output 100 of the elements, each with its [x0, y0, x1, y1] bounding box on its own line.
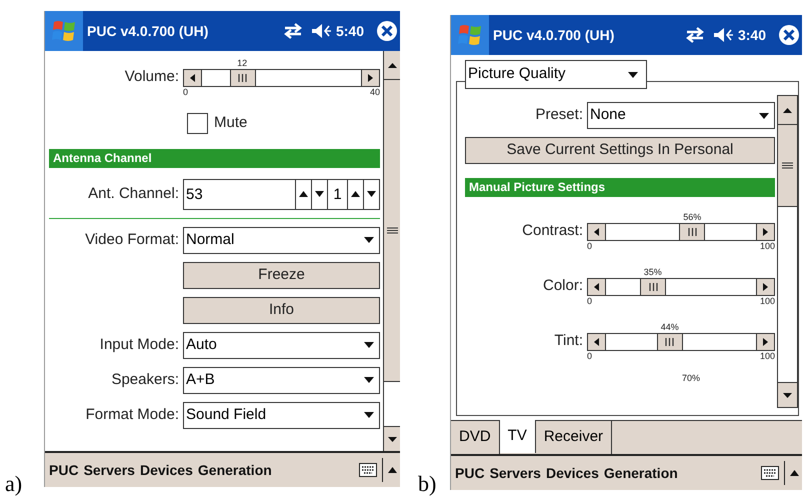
slider-left-button[interactable] [184, 70, 202, 86]
field-label: Preset: [534, 105, 584, 126]
dropdown-value: Normal [185, 230, 236, 250]
dropdown-arrow-icon [364, 237, 374, 243]
scroll-thumb[interactable] [778, 125, 797, 208]
keyboard-icon[interactable] [761, 466, 779, 480]
slider-value: 44% [660, 321, 679, 333]
spinner-value: 1 [327, 180, 347, 208]
scroll-down-button[interactable] [778, 382, 797, 407]
slider-track[interactable] [587, 278, 775, 296]
left-arrow-icon [594, 338, 599, 346]
push-button[interactable]: Freeze [183, 262, 380, 288]
slider-value: 12 [237, 57, 248, 69]
keyboard-icon[interactable] [359, 463, 377, 477]
slider-min-label: 0 [587, 296, 592, 307]
menu-item[interactable]: Generation [198, 460, 272, 480]
dropdown[interactable]: Auto [183, 332, 380, 358]
spin-up-button[interactable] [347, 180, 363, 208]
field-label: Volume: [124, 67, 180, 88]
up-arrow-icon [351, 191, 360, 197]
tab[interactable]: TV [500, 420, 536, 453]
up-arrow-icon[interactable] [790, 470, 799, 476]
dropdown-arrow-icon [364, 412, 374, 418]
slider-right-button[interactable] [756, 279, 774, 295]
dropdown-value: Picture Quality [467, 64, 567, 84]
dropdown[interactable]: Normal [183, 226, 380, 254]
checkbox[interactable] [187, 112, 208, 134]
spin-down-button[interactable] [311, 180, 327, 208]
slider-thumb[interactable] [640, 279, 666, 295]
down-arrow-icon [388, 436, 396, 442]
start-button[interactable] [45, 11, 83, 51]
connection-arrows-icon[interactable] [684, 27, 705, 43]
menu-item[interactable]: PUC [455, 462, 485, 484]
scroll-down-button[interactable] [384, 426, 400, 451]
grip-icon [648, 283, 658, 291]
grip-icon [238, 74, 247, 82]
close-icon[interactable] [376, 20, 398, 42]
scroll-up-button[interactable] [384, 51, 400, 80]
group-dropdown[interactable]: Picture Quality [465, 60, 647, 89]
checkbox-label[interactable]: Mute [214, 112, 248, 134]
dropdown[interactable]: A+B [183, 366, 380, 394]
menu-item[interactable]: Generation [604, 462, 678, 484]
slider-max-label: 100 [760, 351, 775, 362]
right-arrow-icon [763, 338, 768, 346]
field-label: Speakers: [110, 370, 180, 390]
menu-item[interactable]: Servers [490, 462, 541, 484]
slider-right-button[interactable] [361, 70, 379, 86]
slider-min-label: 0 [183, 87, 188, 98]
slider-right-button[interactable] [756, 334, 774, 350]
spinner-field[interactable]: 53 1 [183, 178, 380, 210]
push-button[interactable]: Save Current Settings In Personal [465, 137, 775, 164]
field-label: Contrast: [521, 221, 584, 242]
slider-left-button[interactable] [588, 334, 606, 350]
clock-time[interactable]: 3:40 [738, 24, 766, 46]
right-arrow-icon [763, 228, 768, 236]
slider-left-button[interactable] [588, 279, 606, 295]
left-arrow-icon [190, 74, 195, 82]
left-arrow-icon [594, 228, 599, 236]
start-button[interactable] [451, 15, 489, 55]
slider-thumb[interactable] [679, 224, 706, 240]
windows-flag-icon [457, 23, 483, 47]
field-label: Ant. Channel: [87, 184, 180, 204]
field-label: Video Format: [84, 230, 180, 250]
up-arrow-icon [388, 62, 396, 68]
scroll-thumb[interactable] [384, 80, 400, 382]
scroll-up-button[interactable] [778, 96, 797, 125]
menu-item[interactable]: PUC [49, 460, 79, 480]
slider-track[interactable] [587, 223, 775, 241]
dropdown[interactable]: Sound Field [183, 402, 380, 428]
menu-item[interactable]: Devices [140, 460, 193, 480]
dropdown-arrow-icon [364, 377, 374, 383]
clock-time[interactable]: 5:40 [336, 20, 364, 42]
push-button[interactable]: Info [183, 296, 380, 324]
close-icon[interactable] [778, 24, 800, 46]
window-title: PUC v4.0.700 (UH) [87, 22, 208, 41]
menu-item[interactable]: Servers [84, 460, 135, 480]
up-arrow-icon[interactable] [388, 467, 397, 473]
vertical-scrollbar[interactable] [777, 95, 798, 408]
slider-left-button[interactable] [588, 224, 606, 240]
speaker-icon[interactable] [712, 27, 735, 43]
slider-track[interactable] [183, 69, 380, 87]
slider-thumb[interactable] [230, 70, 256, 86]
spin-down-button[interactable] [363, 180, 379, 208]
slider-right-button[interactable] [756, 224, 774, 240]
spin-up-button[interactable] [295, 180, 311, 208]
right-arrow-icon [368, 74, 373, 82]
slider-track[interactable] [587, 333, 775, 351]
section-header: Antenna Channel [49, 148, 380, 168]
dropdown-value: Sound Field [185, 404, 268, 425]
section-header: Manual Picture Settings [465, 178, 775, 197]
dropdown[interactable]: None [587, 102, 775, 129]
vertical-scrollbar[interactable] [383, 51, 400, 451]
connection-arrows-icon[interactable] [282, 23, 303, 39]
dropdown-value: A+B [185, 370, 216, 390]
slider-thumb[interactable] [656, 334, 683, 350]
menu-item[interactable]: Devices [546, 462, 599, 484]
grip-icon [665, 338, 674, 346]
spinner-value: 53 [185, 184, 204, 204]
speaker-icon[interactable] [310, 23, 333, 39]
slider-max-label: 40 [370, 87, 380, 98]
